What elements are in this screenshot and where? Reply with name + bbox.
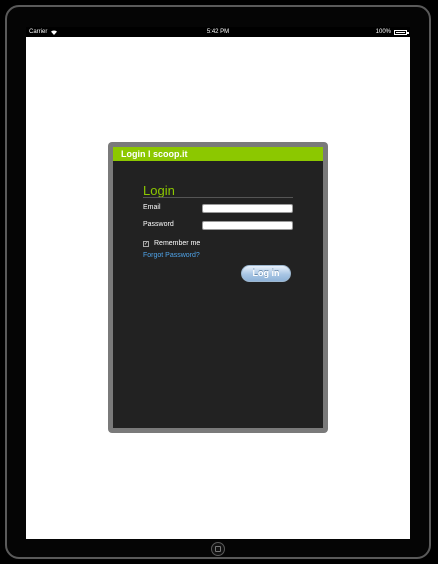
remember-me-checkbox[interactable]: ✓ xyxy=(143,240,149,247)
home-square-icon xyxy=(215,546,221,552)
battery-icon xyxy=(394,29,409,35)
battery-percent: 100% xyxy=(375,29,391,35)
login-title: Login xyxy=(143,183,175,198)
password-field[interactable] xyxy=(202,221,293,230)
home-button[interactable] xyxy=(211,542,225,556)
screen: Carrier 5:42 PM 100% Login I scoop.it Lo… xyxy=(26,27,410,539)
dialog-body: Login Email Password ✓ Remember me Forgo… xyxy=(113,161,323,428)
remember-me-label: Remember me xyxy=(154,240,201,247)
forgot-password-link[interactable]: Forgot Password? xyxy=(143,252,200,259)
log-in-button[interactable]: Log in xyxy=(241,265,291,282)
email-field[interactable] xyxy=(202,204,293,213)
remember-me-row[interactable]: ✓ Remember me xyxy=(143,240,200,247)
title-divider xyxy=(143,197,293,198)
status-right: 100% xyxy=(375,27,409,37)
status-bar: Carrier 5:42 PM 100% xyxy=(26,27,410,37)
login-dialog: Login I scoop.it Login Email Password ✓ … xyxy=(108,142,328,433)
ipad-device: Carrier 5:42 PM 100% Login I scoop.it Lo… xyxy=(0,0,438,564)
password-label: Password xyxy=(143,221,174,228)
dialog-header: Login I scoop.it xyxy=(113,147,323,161)
email-label: Email xyxy=(143,204,161,211)
status-time: 5:42 PM xyxy=(206,29,230,35)
